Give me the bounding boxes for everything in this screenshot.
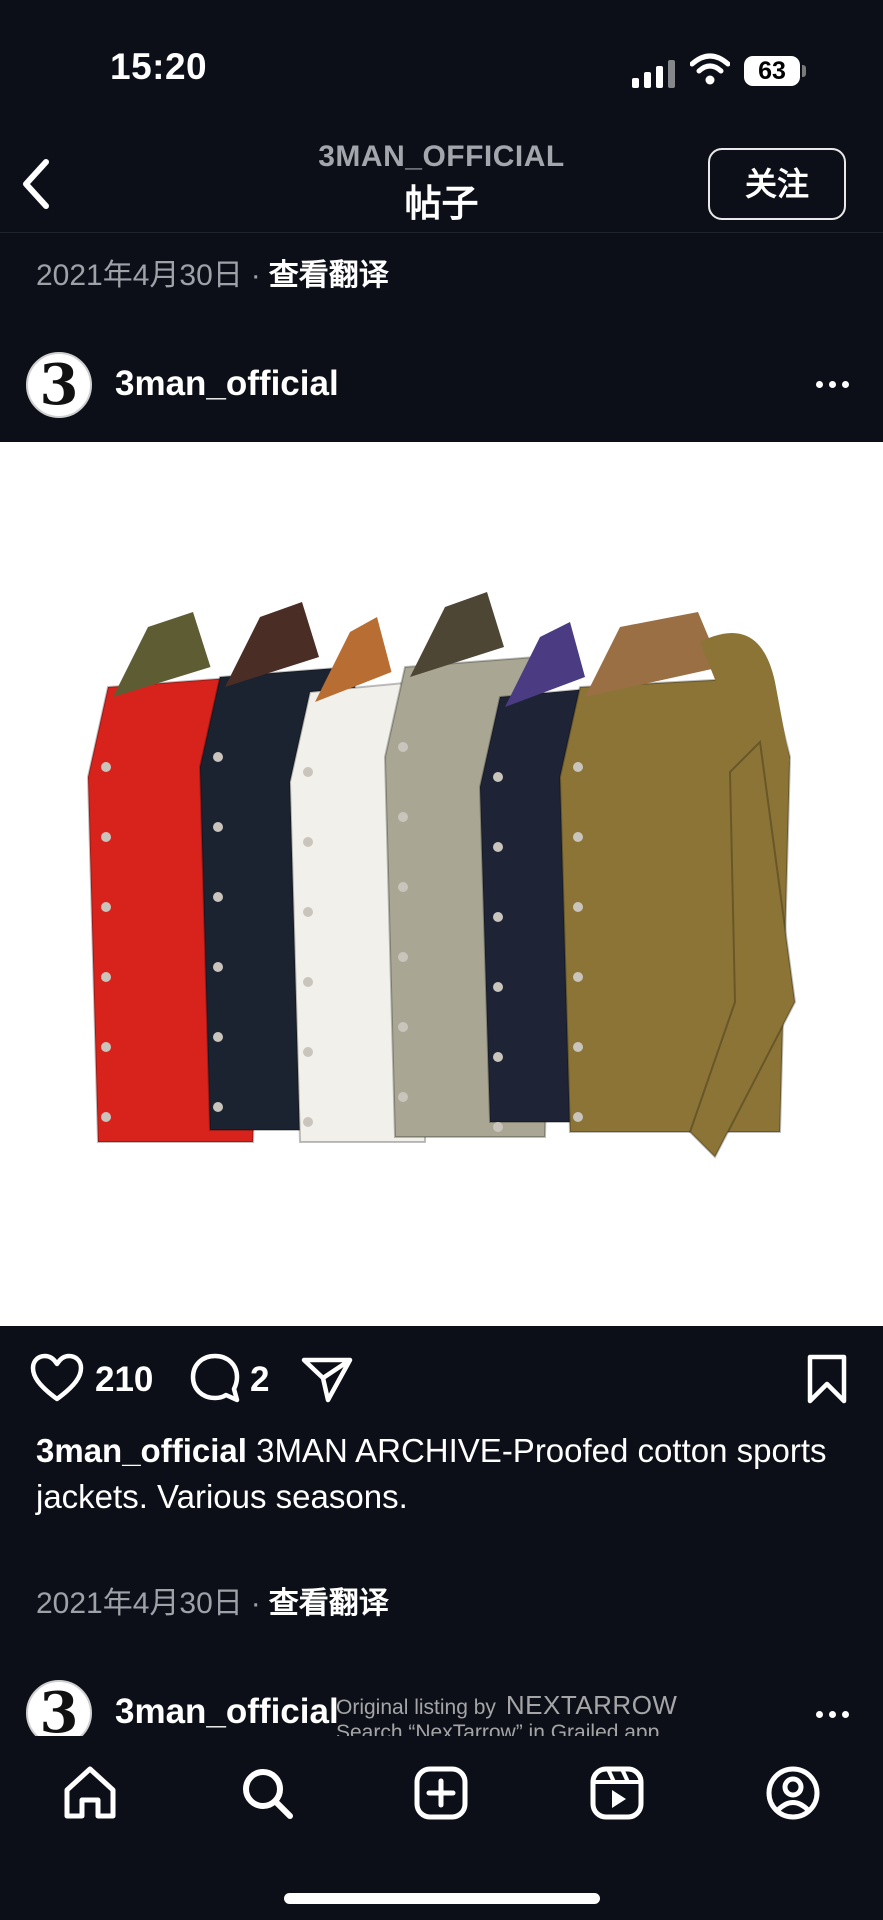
status-time: 15:20 [110,46,208,87]
comment-count[interactable]: 2 [250,1360,269,1400]
home-indicator[interactable] [284,1893,600,1904]
post-date: 2021年4月30日 [36,1587,243,1620]
post-username[interactable]: 3man_official [115,364,339,404]
like-heart-icon[interactable] [30,1352,84,1406]
jackets-image [86,592,797,1159]
wifi-icon [690,53,730,85]
create-icon[interactable] [412,1764,470,1822]
search-icon[interactable] [238,1764,296,1822]
caption-username[interactable]: 3man_official [36,1432,247,1469]
cellular-signal-icon [632,58,676,88]
battery-indicator: 63 [744,56,800,86]
post-meta: 2021年4月30日 · 查看翻译 [36,1578,389,1622]
post-date: 2021年4月30日 [36,259,243,292]
post-caption: 3man_official 3MAN ARCHIVE-Proofed cotto… [36,1428,856,1520]
avatar[interactable]: 3 [26,352,92,418]
comment-icon[interactable] [188,1352,242,1406]
next-post-username[interactable]: 3man_official [115,1692,339,1732]
reels-icon[interactable] [588,1764,646,1822]
next-post-more-icon[interactable] [816,1706,856,1722]
follow-button[interactable]: 关注 [708,148,846,220]
like-count[interactable]: 210 [95,1360,153,1400]
previous-post-meta: 2021年4月30日 · 查看翻译 [36,250,389,294]
watermark-line1: Original listing by [336,1696,496,1719]
battery-tip [802,65,806,77]
more-options-icon[interactable] [816,376,856,392]
header-divider [0,232,883,233]
home-icon[interactable] [61,1764,119,1822]
post-photo[interactable] [0,442,883,1326]
see-translation-link[interactable]: 查看翻译 [269,259,389,292]
watermark-brand: NEXTARROW [505,1690,678,1720]
meta-separator: · [250,259,261,292]
profile-icon[interactable] [764,1764,822,1822]
meta-separator: · [250,1587,261,1620]
see-translation-link[interactable]: 查看翻译 [269,1587,389,1620]
save-bookmark-icon[interactable] [800,1352,854,1406]
share-send-icon[interactable] [300,1352,354,1406]
